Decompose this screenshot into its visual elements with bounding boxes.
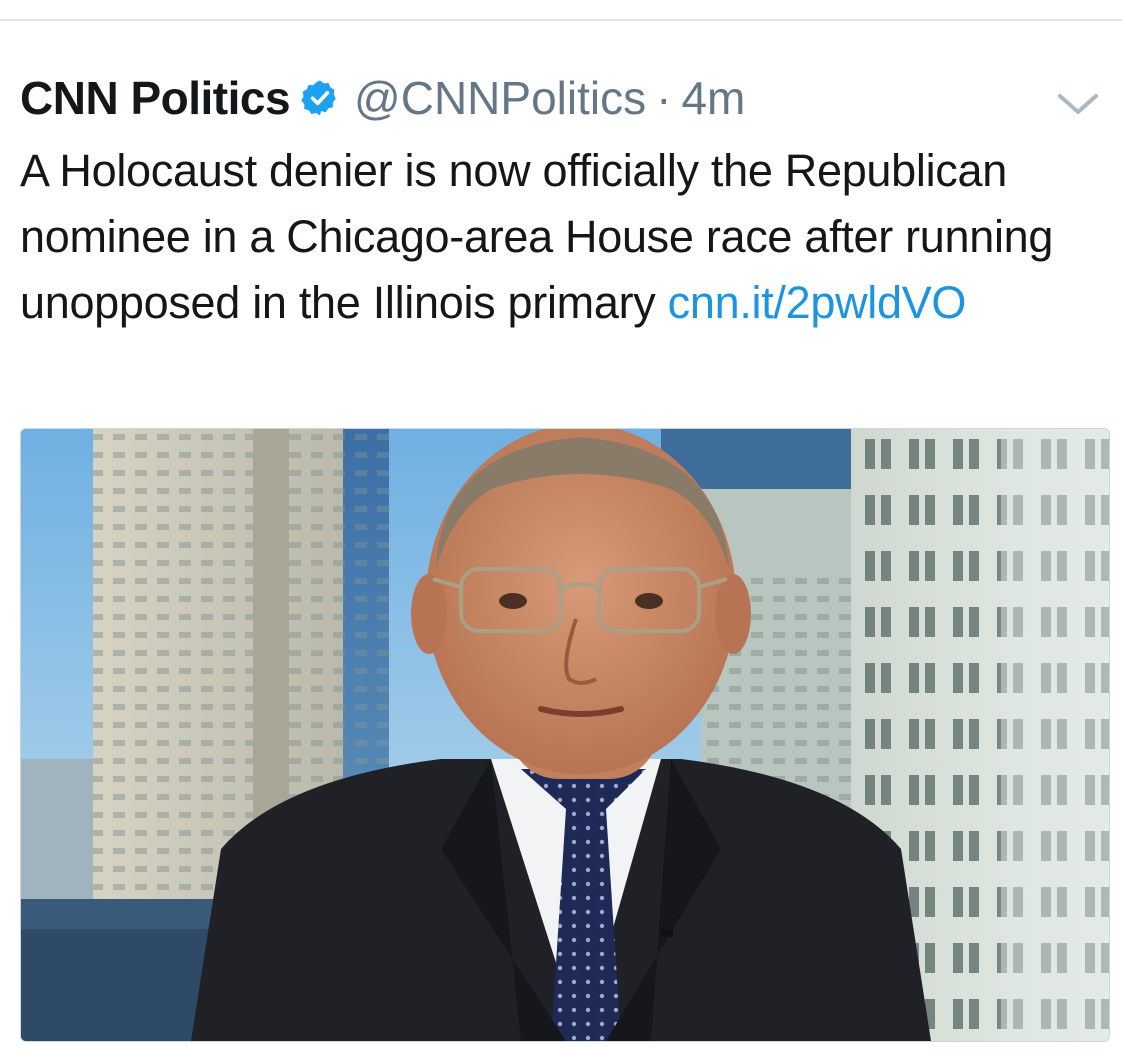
tweet-timestamp[interactable]: 4m — [681, 71, 745, 125]
top-divider — [0, 19, 1122, 21]
separator-dot: · — [656, 72, 672, 124]
tweet-link[interactable]: cnn.it/2pwldVO — [668, 277, 967, 328]
display-name[interactable]: CNN Politics — [20, 71, 291, 125]
tweet-header: CNN Politics @CNNPolitics · 4m — [20, 60, 1110, 136]
verified-badge-icon — [300, 78, 340, 118]
user-handle[interactable]: @CNNPolitics — [354, 71, 646, 125]
photo-illustration — [21, 429, 1109, 1041]
tweet[interactable]: CNN Politics @CNNPolitics · 4m A Holocau… — [20, 60, 1110, 336]
tweet-media-image[interactable] — [20, 428, 1110, 1042]
chevron-down-icon[interactable] — [1046, 72, 1110, 136]
tweet-text: A Holocaust denier is now officially the… — [20, 138, 1090, 336]
